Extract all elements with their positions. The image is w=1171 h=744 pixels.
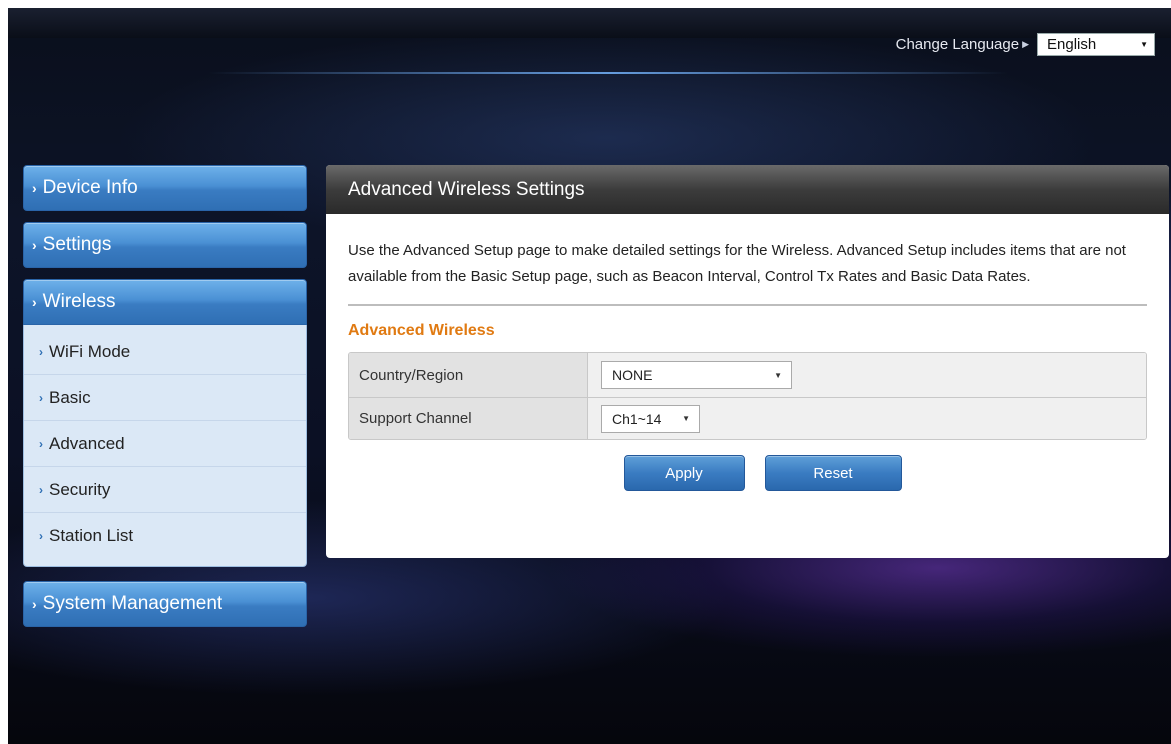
submenu-item-basic[interactable]: › Basic <box>24 375 306 421</box>
chevron-right-icon: › <box>32 180 37 196</box>
submenu-item-security[interactable]: › Security <box>24 467 306 513</box>
country-region-select[interactable]: NONE ▼ <box>601 361 792 389</box>
submenu-item-advanced[interactable]: › Advanced <box>24 421 306 467</box>
submenu-item-label: WiFi Mode <box>49 341 131 361</box>
submenu-item-label: Basic <box>49 387 91 407</box>
chevron-right-icon: › <box>32 294 37 310</box>
submenu-item-label: Advanced <box>49 433 125 453</box>
apply-button[interactable]: Apply <box>623 455 745 491</box>
support-channel-select[interactable]: Ch1~14 ▼ <box>601 404 700 433</box>
table-row: Support Channel Ch1~14 ▼ <box>349 397 1146 439</box>
change-language-label: Change Language <box>895 36 1020 53</box>
support-channel-value: Ch1~14 <box>612 410 662 427</box>
dropdown-arrow-icon: ▼ <box>682 414 690 423</box>
table-row: Country/Region NONE ▼ <box>349 353 1146 397</box>
router-admin-page: Change Language ▶ English ▼ › Device Inf… <box>8 8 1171 744</box>
sidebar-item-system-management[interactable]: › System Management <box>23 581 307 627</box>
dropdown-arrow-icon: ▼ <box>1140 40 1148 49</box>
country-region-label: Country/Region <box>349 353 588 397</box>
table-cell: Ch1~14 ▼ <box>588 398 1146 439</box>
section-title: Advanced Wireless <box>348 322 495 339</box>
sidebar-item-label: Wireless <box>42 291 116 312</box>
dropdown-arrow-icon: ▼ <box>774 370 782 380</box>
submenu-item-label: Security <box>49 479 111 499</box>
chevron-right-icon: › <box>32 596 37 612</box>
sidebar-item-device-info[interactable]: › Device Info <box>23 165 307 211</box>
decorative-glow-line <box>208 72 1008 74</box>
triangle-right-icon: ▶ <box>1022 39 1029 49</box>
main-panel: Advanced Wireless Settings Use the Advan… <box>326 165 1169 558</box>
form-actions: Apply Reset <box>326 455 1169 491</box>
country-region-value: NONE <box>612 367 653 383</box>
reset-button[interactable]: Reset <box>764 455 902 491</box>
sidebar-item-label: System Management <box>42 593 223 614</box>
language-select[interactable]: English ▼ <box>1037 33 1155 56</box>
sidebar-item-settings[interactable]: › Settings <box>23 222 307 268</box>
support-channel-label: Support Channel <box>349 398 588 439</box>
page-description: Use the Advanced Setup page to make deta… <box>348 242 1126 285</box>
chevron-right-icon: › <box>39 482 43 497</box>
language-select-value: English <box>1047 36 1097 53</box>
sidebar: › Device Info › Settings › Wireless › Wi… <box>23 165 307 638</box>
page-title: Advanced Wireless Settings <box>326 165 1169 214</box>
chevron-right-icon: › <box>39 390 43 405</box>
table-cell: NONE ▼ <box>588 353 1146 397</box>
submenu-item-wifi-mode[interactable]: › WiFi Mode <box>24 329 306 375</box>
chevron-right-icon: › <box>32 237 37 253</box>
chevron-right-icon: › <box>39 529 43 543</box>
sidebar-item-label: Device Info <box>42 177 138 198</box>
sidebar-item-wireless[interactable]: › Wireless <box>23 279 307 325</box>
sidebar-item-label: Settings <box>42 234 112 255</box>
wireless-submenu: › WiFi Mode › Basic › Advanced › Securit… <box>23 325 307 567</box>
submenu-item-station-list[interactable]: › Station List <box>24 513 306 559</box>
divider <box>348 304 1147 306</box>
settings-table: Country/Region NONE ▼ Support Channel Ch… <box>348 352 1147 440</box>
language-switcher: Change Language ▶ English ▼ <box>896 33 1155 56</box>
submenu-item-label: Station List <box>49 526 134 545</box>
chevron-right-icon: › <box>39 344 43 359</box>
chevron-right-icon: › <box>39 436 43 451</box>
